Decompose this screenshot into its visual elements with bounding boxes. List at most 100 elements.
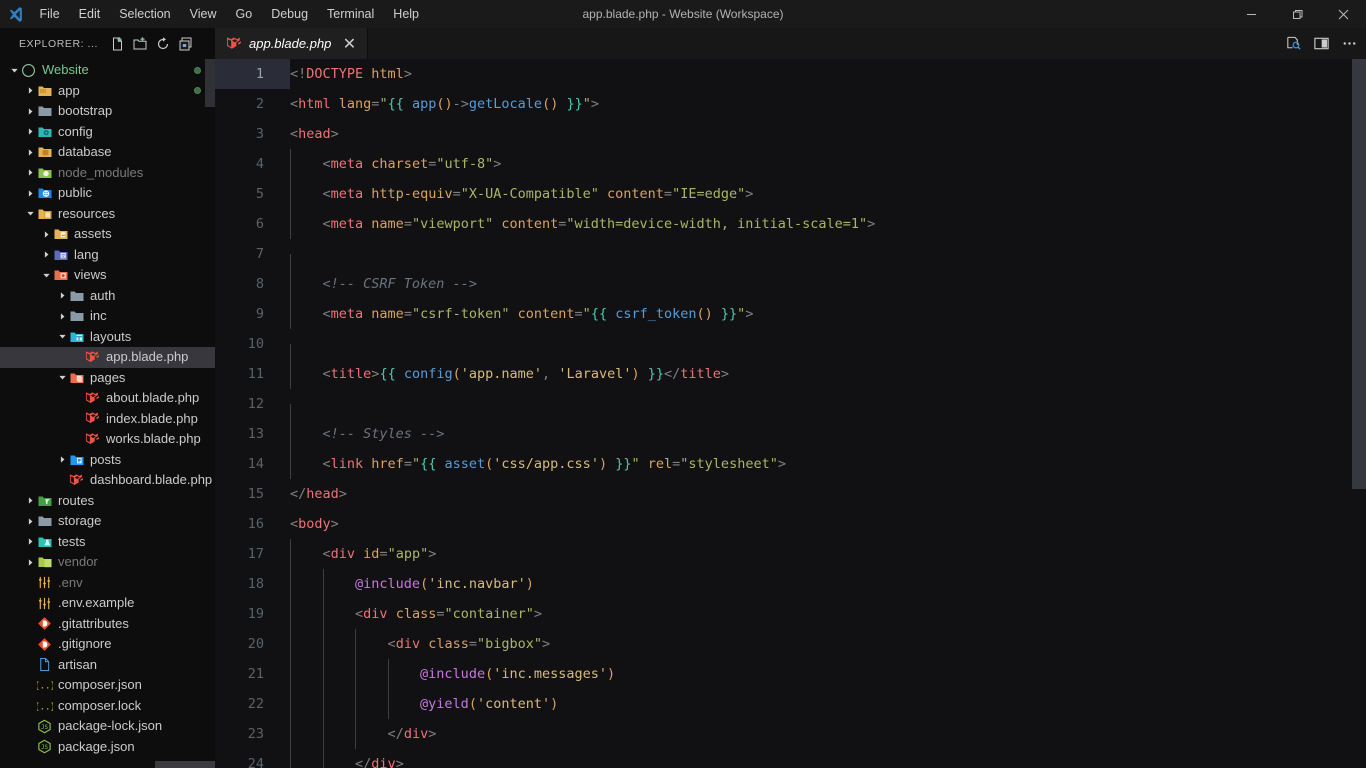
code-line[interactable]: 15 </head> [215, 479, 1366, 509]
code-editor[interactable]: 1 <!DOCTYPE html> 2 <html lang="{{ app()->g… [215, 59, 1366, 768]
token-tag: div [363, 606, 388, 622]
token-punct: < [355, 606, 364, 622]
code-line[interactable]: 20 <div class="bigbox"> [215, 629, 1366, 659]
indent-guide [355, 719, 357, 749]
menu-view[interactable]: View [180, 0, 226, 28]
tree-file-composer-json[interactable]: {..} composer.json [0, 675, 215, 696]
indent-guide [290, 719, 291, 749]
tree-folder-resources[interactable]: resources [0, 204, 215, 225]
tree-file-gitattributes[interactable]: .gitattributes [0, 614, 215, 635]
tree-folder-inc[interactable]: inc [0, 306, 215, 327]
code-line[interactable]: 2 <html lang="{{ app()->getLocale() }}"> [215, 89, 1366, 119]
menu-bar[interactable]: File Edit Selection View Go Debug Termin… [30, 0, 429, 28]
tree-file-index-blade-php[interactable]: index.blade.php [0, 409, 215, 430]
token-punct: > [745, 306, 754, 322]
tree-file-artisan[interactable]: artisan [0, 655, 215, 676]
menu-go[interactable]: Go [226, 0, 262, 28]
code-line[interactable]: 12 [215, 389, 1366, 434]
file-tree[interactable]: Website app bootstrap config database node_mo… [0, 59, 215, 768]
token-attr: content [509, 306, 575, 322]
menu-edit[interactable]: Edit [69, 0, 110, 28]
open-preview-icon[interactable] [1280, 31, 1306, 57]
restore-button[interactable] [1274, 0, 1320, 28]
tree-folder-bootstrap[interactable]: bootstrap [0, 101, 215, 122]
code-line[interactable]: 19 <div class="container"> [215, 599, 1366, 629]
tree-folder-vendor[interactable]: vendor [0, 552, 215, 573]
sidebar-horizontal-scrollbar[interactable] [0, 761, 215, 768]
tree-folder-pages[interactable]: pages [0, 368, 215, 389]
split-editor-icon[interactable] [1308, 31, 1334, 57]
new-file-icon[interactable] [106, 33, 128, 55]
menu-debug[interactable]: Debug [262, 0, 318, 28]
code-line[interactable]: 14 <link href="{{ asset('css/app.css') }… [215, 449, 1366, 479]
code-line[interactable]: 8 <!-- CSRF Token --> [215, 269, 1366, 299]
tree-file-env-example[interactable]: .env.example [0, 593, 215, 614]
tree-file-app-blade-php[interactable]: app.blade.php [0, 347, 215, 368]
tree-folder-public[interactable]: public [0, 183, 215, 204]
tree-folder-storage[interactable]: storage [0, 511, 215, 532]
blank-file-icon [36, 657, 53, 672]
code-line[interactable]: 5 <meta http-equiv="X-UA-Compatible" con… [215, 179, 1366, 209]
code-line[interactable]: 9 <meta name="csrf-token" content="{{ cs… [215, 299, 1366, 329]
code-line[interactable]: 10 [215, 329, 1366, 374]
tree-folder-assets[interactable]: assets [0, 224, 215, 245]
code-line[interactable]: 4 <meta charset="utf-8"> [215, 149, 1366, 179]
tree-folder-views[interactable]: views [0, 265, 215, 286]
tree-folder-layouts[interactable]: layouts [0, 327, 215, 348]
minimize-button[interactable] [1228, 0, 1274, 28]
new-folder-icon[interactable] [129, 33, 151, 55]
code-line[interactable]: 16 <body> [215, 509, 1366, 539]
close-button[interactable] [1320, 0, 1366, 28]
close-icon[interactable]: ✕ [340, 35, 358, 53]
code-line[interactable]: 18 @include('inc.navbar') [215, 569, 1366, 599]
code-line[interactable]: 21 @include('inc.messages') [215, 659, 1366, 689]
token-attr: content [598, 186, 664, 202]
code-line[interactable]: 3 <head> [215, 119, 1366, 149]
chevron-right-icon [56, 455, 68, 464]
tree-file-works-blade-php[interactable]: works.blade.php [0, 429, 215, 450]
code-line[interactable]: 11 <title>{{ config('app.name', 'Laravel… [215, 359, 1366, 389]
tree-folder-posts[interactable]: posts [0, 450, 215, 471]
tree-folder-auth[interactable]: auth [0, 286, 215, 307]
menu-file[interactable]: File [30, 0, 69, 28]
menu-terminal[interactable]: Terminal [318, 0, 384, 28]
folder-generic-icon [68, 308, 85, 324]
tree-file-dashboard-blade-php[interactable]: dashboard.blade.php [0, 470, 215, 491]
indent-guide [290, 269, 291, 299]
tree-file-env[interactable]: .env [0, 573, 215, 594]
tree-folder-tests[interactable]: tests [0, 532, 215, 553]
tree-file-about-blade-php[interactable]: about.blade.php [0, 388, 215, 409]
tab-app-blade-php[interactable]: app.blade.php ✕ [215, 28, 369, 59]
code-line[interactable]: 6 <meta name="viewport" content="width=d… [215, 209, 1366, 239]
code-line[interactable]: 13 <!-- Styles --> [215, 419, 1366, 449]
tree-folder-app[interactable]: app [0, 81, 215, 102]
tree-file-gitignore[interactable]: .gitignore [0, 634, 215, 655]
refresh-icon[interactable] [152, 33, 174, 55]
code-line[interactable]: 7 [215, 239, 1366, 284]
sidebar-vertical-scrollbar[interactable] [205, 59, 215, 107]
code-line[interactable]: 23 </div> [215, 719, 1366, 749]
root-folder-icon [20, 63, 37, 78]
more-actions-icon[interactable] [1336, 31, 1362, 57]
tree-folder-config[interactable]: config [0, 122, 215, 143]
code-line[interactable]: 22 @yield('content') [215, 689, 1366, 719]
tree-file-package-json[interactable]: JS package.json [0, 737, 215, 758]
tree-folder-website[interactable]: Website [0, 60, 215, 81]
token-punct: < [322, 156, 331, 172]
menu-help[interactable]: Help [384, 0, 429, 28]
menu-selection[interactable]: Selection [110, 0, 180, 28]
indent-guide [290, 299, 291, 329]
code-line[interactable]: 17 <div id="app"> [215, 539, 1366, 569]
tree-folder-node-modules[interactable]: node_modules [0, 163, 215, 184]
tree-file-package-lock-json[interactable]: JS package-lock.json [0, 716, 215, 737]
tree-folder-routes[interactable]: routes [0, 491, 215, 512]
tree-folder-lang[interactable]: 文 lang [0, 245, 215, 266]
collapse-all-icon[interactable] [175, 33, 197, 55]
code-line[interactable]: 1 <!DOCTYPE html> [215, 59, 1366, 89]
editor-vertical-scrollbar[interactable] [1352, 59, 1366, 768]
code-line[interactable]: 24 </div> [215, 749, 1366, 768]
tree-folder-database[interactable]: database [0, 142, 215, 163]
tree-file-composer-lock[interactable]: {..} composer.lock [0, 696, 215, 717]
